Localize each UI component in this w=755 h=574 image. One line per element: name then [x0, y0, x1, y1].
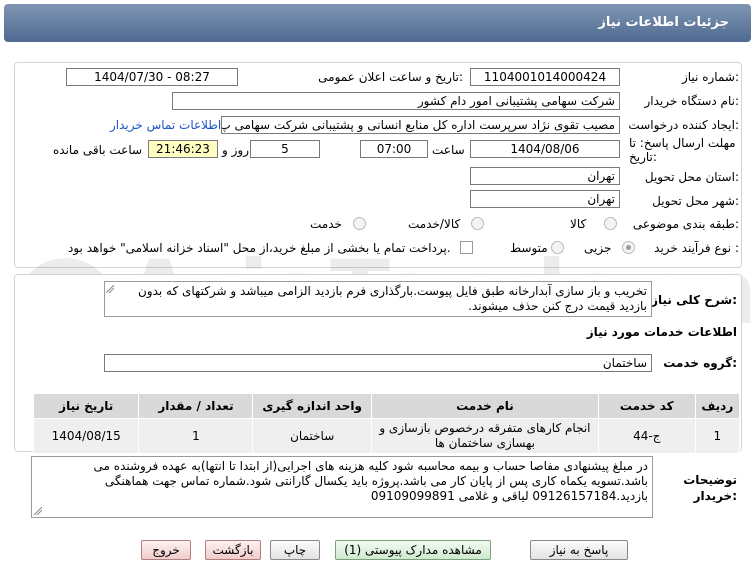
col-row: ردیف	[694, 393, 741, 419]
exit-button[interactable]: خروج	[141, 540, 191, 560]
services-table: ردیف کد خدمت نام خدمت واحد اندازه گیری ت…	[32, 393, 741, 454]
cell-date: 1404/08/15	[32, 418, 140, 454]
service-group-field: ساختمان	[104, 354, 652, 372]
city-label: شهر محل تحویل:	[652, 194, 739, 208]
category-radio-goods[interactable]	[604, 217, 617, 230]
resize-grip-icon[interactable]	[34, 507, 42, 515]
buyer-notes-label: توضیحات خریدار:	[683, 473, 737, 503]
cell-code: ج-44	[597, 418, 696, 454]
resize-grip-icon[interactable]	[106, 285, 114, 293]
col-name: نام خدمت	[370, 393, 599, 419]
description-textarea[interactable]: تخریب و باز سازی آبدارخانه طبق فایل پیوس…	[104, 281, 652, 317]
view-attachments-button[interactable]: مشاهده مدارک پیوستی (1)	[335, 540, 491, 560]
service-group-label: گروه خدمت:	[663, 356, 737, 370]
cell-row: 1	[694, 418, 741, 454]
category-option-service: خدمت	[310, 217, 342, 231]
buyer-contact-link[interactable]: اطلاعات تماس خریدار	[110, 118, 221, 132]
category-radio-goods-service[interactable]	[471, 217, 484, 230]
cell-unit: ساختمان	[252, 418, 372, 454]
category-option-goods-service: کالا/خدمت	[408, 217, 461, 231]
back-button[interactable]: بازگشت	[205, 540, 261, 560]
col-qty: تعداد / مقدار	[138, 393, 254, 419]
services-heading: اطلاعات خدمات مورد نیاز	[586, 325, 737, 339]
cell-name: انجام کارهای متفرقه درخصوص بازسازی و بهس…	[370, 418, 599, 454]
col-date: تاریخ نیاز	[32, 393, 140, 419]
days-label: روز و	[222, 143, 249, 157]
table-row: 1 ج-44 انجام کارهای متفرقه درخصوص بازساز…	[32, 418, 741, 454]
deadline-date-field: 1404/08/06	[470, 140, 620, 158]
category-radio-service[interactable]	[353, 217, 366, 230]
city-field: تهران	[470, 190, 620, 208]
col-unit: واحد اندازه گیری	[252, 393, 372, 419]
province-label: استان محل تحویل:	[644, 170, 739, 184]
deadline-label: مهلت ارسال پاسخ: تا تاریخ:	[629, 136, 736, 164]
days-field: 5	[250, 140, 320, 158]
need-number-label: شماره نیاز:	[681, 70, 739, 84]
reply-to-need-button[interactable]: پاسخ به نیاز	[530, 540, 628, 560]
need-number-field: 1104001014000424	[470, 68, 620, 86]
deadline-time-label: ساعت	[432, 143, 465, 157]
buyer-notes-textarea[interactable]: در مبلغ پیشنهادی مفاصا حساب و بیمه محاسب…	[31, 456, 653, 518]
category-label: طبقه بندی موضوعی:	[632, 217, 739, 231]
description-label: شرح کلی نیاز:	[651, 293, 737, 307]
buyer-field: شرکت سهامی پشتیبانی امور دام کشور	[172, 92, 620, 110]
creator-label: ایجاد کننده درخواست:	[628, 118, 739, 132]
deadline-time-field: 07:00	[360, 140, 428, 158]
remaining-time-field: 21:46:23	[148, 140, 218, 158]
cell-qty: 1	[138, 418, 254, 454]
print-button[interactable]: چاپ	[270, 540, 320, 560]
creator-field: مصیب تقوی نژاد سرپرست اداره کل منابع انس…	[221, 116, 620, 134]
category-option-goods: کالا	[570, 217, 587, 231]
announce-date-field: 1404/07/30 - 08:27	[66, 68, 238, 86]
announce-date-label: تاریخ و ساعت اعلان عمومی:	[318, 70, 463, 84]
remaining-time-label: ساعت باقی مانده	[53, 143, 143, 157]
col-code: کد خدمت	[597, 393, 696, 419]
buyer-label: نام دستگاه خریدار:	[644, 94, 740, 108]
page-title: جزئیات اطلاعات نیاز	[4, 4, 751, 42]
services-table-header: ردیف کد خدمت نام خدمت واحد اندازه گیری ت…	[32, 393, 741, 419]
province-field: تهران	[470, 167, 620, 185]
